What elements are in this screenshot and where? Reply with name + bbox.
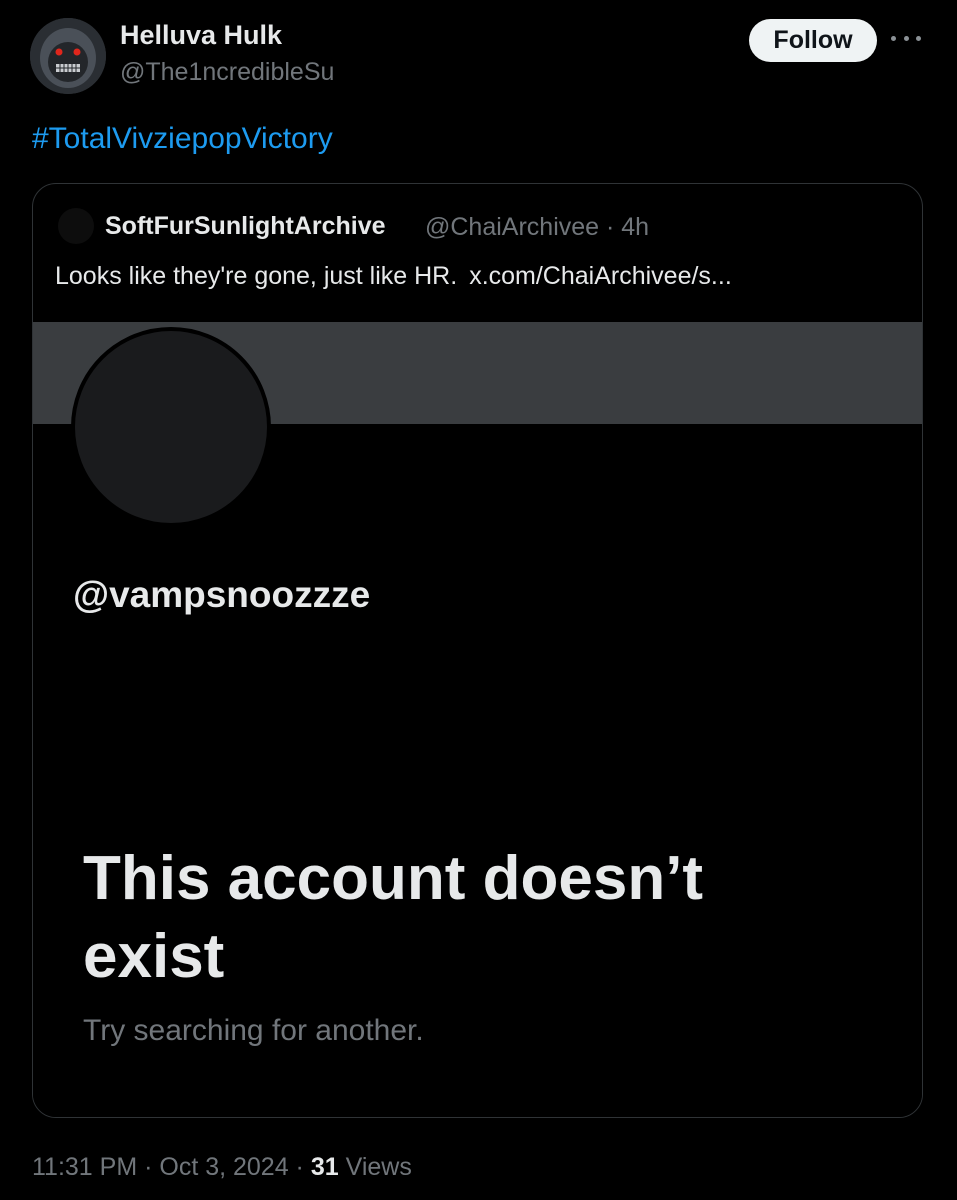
author-name[interactable]: Helluva Hulk: [120, 20, 282, 51]
profile-handle: @vampsnoozzze: [73, 574, 371, 615]
quoted-screenshot-image: @vampsnoozzze This account doesn’t exist…: [33, 322, 922, 1117]
quoted-author-avatar[interactable]: [58, 208, 94, 244]
views-count: 31: [310, 1153, 339, 1181]
profile-avatar-placeholder: [71, 327, 271, 527]
account-missing-subtitle: Try searching for another.: [83, 1014, 424, 1047]
tweet-meta: 11:31 PM · Oct 3, 2024 · 31 Views: [32, 1153, 412, 1182]
quoted-author-name: SoftFurSunlightArchive: [105, 212, 386, 240]
quoted-tweet[interactable]: SoftFurSunlightArchive @ChaiArchivee · 4…: [32, 183, 923, 1118]
account-missing-title: This account doesn’t exist: [83, 844, 704, 991]
follow-button[interactable]: Follow: [749, 19, 877, 62]
views-label: Views: [345, 1153, 412, 1181]
quoted-tweet-text: Looks like they're gone, just like HR. x.…: [55, 262, 732, 291]
author-avatar[interactable]: [30, 18, 106, 94]
tweet-timestamp[interactable]: 11:31 PM · Oct 3, 2024 ·: [32, 1153, 304, 1181]
hashtag-link[interactable]: #TotalVivziepopVictory: [32, 122, 333, 156]
more-horizontal-icon[interactable]: [891, 28, 921, 48]
author-handle[interactable]: @The1ncredibleSu: [120, 58, 334, 87]
quoted-link[interactable]: x.com/ChaiArchivee/s...: [469, 262, 732, 290]
quoted-text: Looks like they're gone, just like HR.: [55, 262, 458, 290]
quoted-author-handle-time: @ChaiArchivee · 4h: [425, 213, 650, 241]
